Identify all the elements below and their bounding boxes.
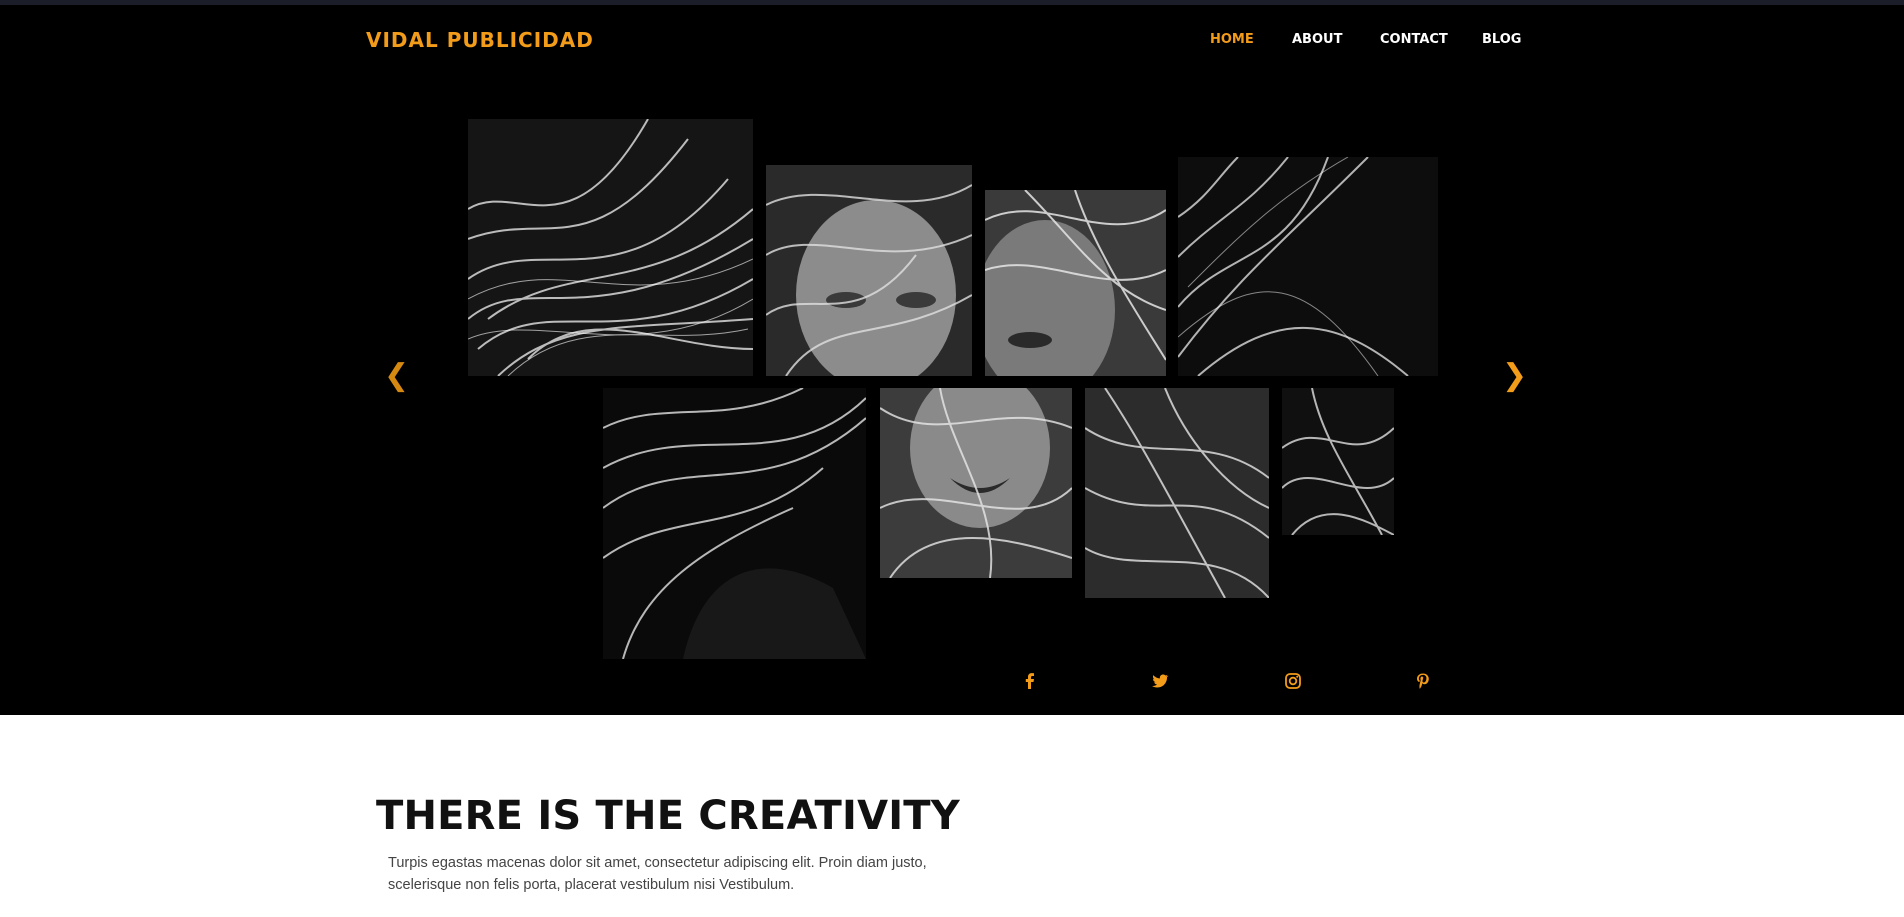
gallery-tile[interactable] <box>1282 388 1394 535</box>
page: VIDAL PUBLICIDAD HOME ABOUT CONTACT BLOG <box>0 0 1904 917</box>
section-description: Turpis egastas macenas dolor sit amet, c… <box>388 855 927 893</box>
nav-item-home[interactable]: HOME <box>1210 32 1254 47</box>
twitter-icon[interactable] <box>1150 671 1170 691</box>
nav-item-contact[interactable]: CONTACT <box>1380 32 1448 47</box>
nav-item-blog[interactable]: BLOG <box>1482 32 1521 47</box>
gallery-prev-arrow[interactable]: ❮ <box>384 361 409 391</box>
gallery-tile[interactable] <box>1085 388 1269 598</box>
section-title: THERE IS THE CREATIVITY <box>376 793 960 839</box>
gallery-tile[interactable] <box>880 388 1072 578</box>
facebook-icon[interactable] <box>1020 671 1040 691</box>
gallery-tile[interactable] <box>603 388 866 659</box>
nav-item-about[interactable]: ABOUT <box>1292 32 1342 47</box>
gallery-next-arrow[interactable]: ❯ <box>1502 361 1527 391</box>
instagram-icon[interactable] <box>1283 671 1303 691</box>
gallery-tile[interactable] <box>985 190 1166 376</box>
gallery-tile[interactable] <box>766 165 972 376</box>
gallery-tile[interactable] <box>1178 157 1438 376</box>
main-nav: HOME ABOUT CONTACT BLOG <box>0 32 1904 52</box>
gallery-tile[interactable] <box>468 119 753 376</box>
pinterest-icon[interactable] <box>1413 671 1433 691</box>
hero-section: VIDAL PUBLICIDAD HOME ABOUT CONTACT BLOG <box>0 5 1904 715</box>
